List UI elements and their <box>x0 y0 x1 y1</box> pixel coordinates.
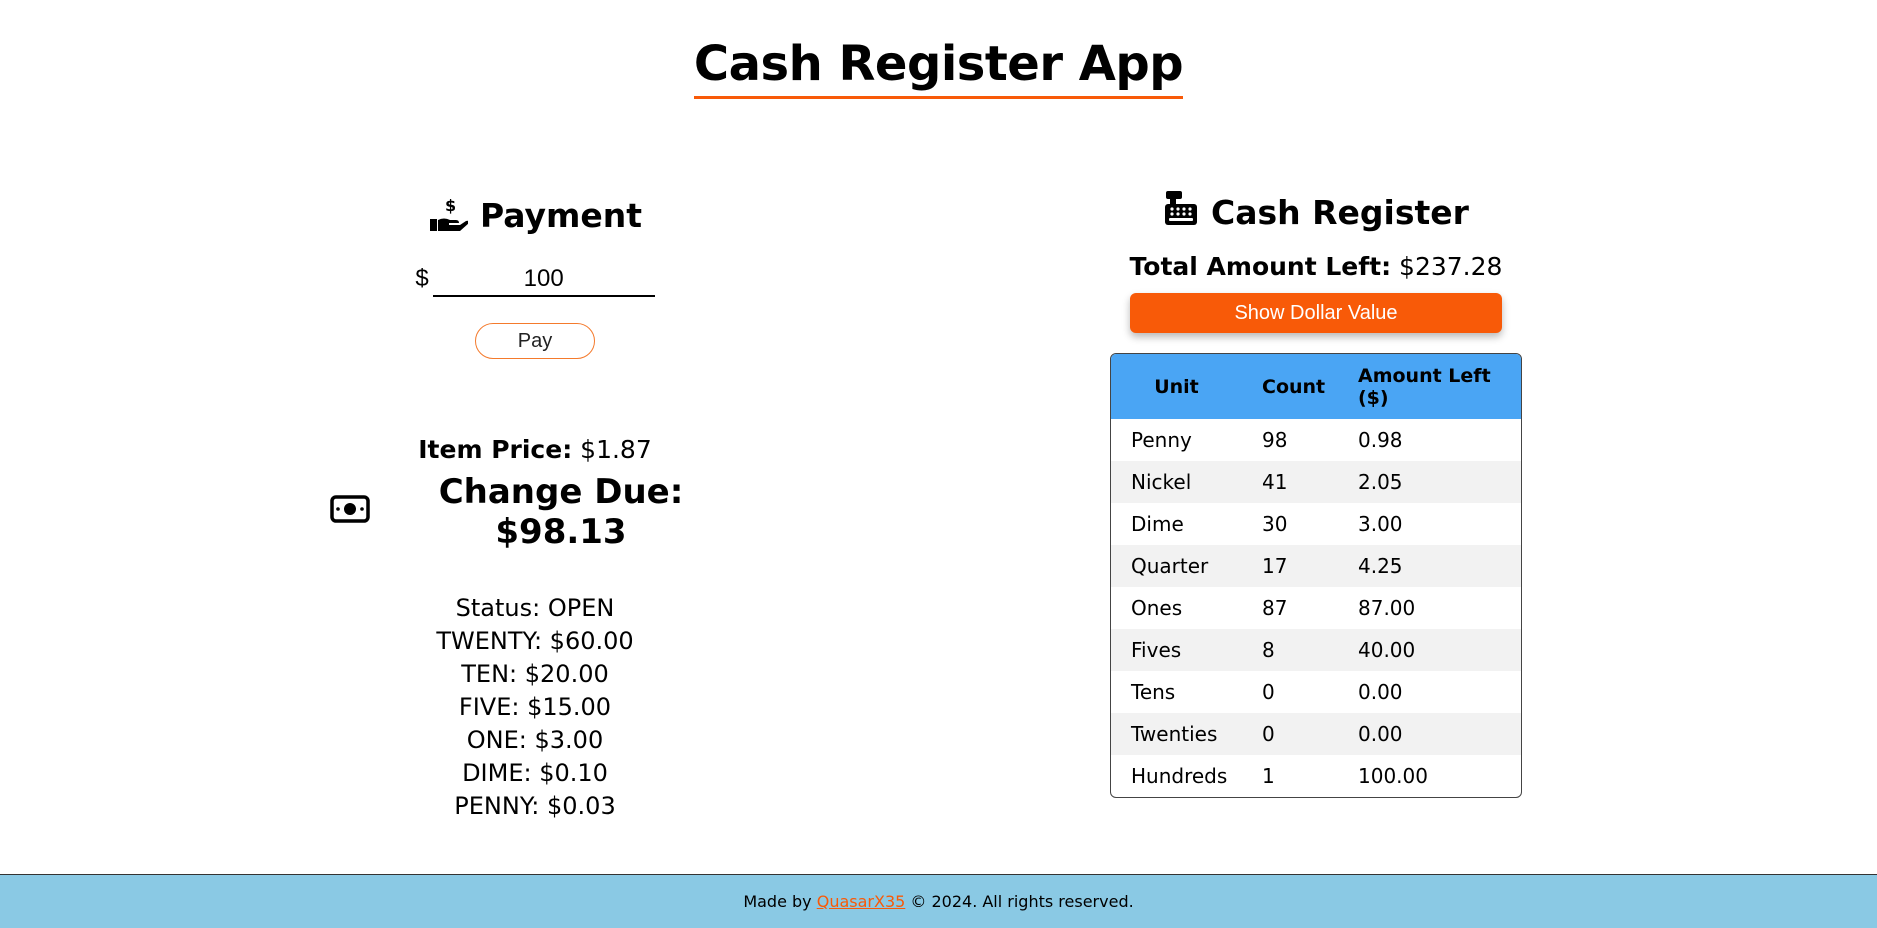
payment-heading-label: Payment <box>479 195 643 235</box>
result-line: DIME: $0.10 <box>462 759 608 787</box>
unit-cell: Quarter <box>1131 554 1209 578</box>
amount-cell: 4.25 <box>1358 554 1403 578</box>
show-dollar-value-button[interactable]: Show Dollar Value <box>1130 293 1502 333</box>
table-row: Ones 87 87.00 <box>1111 587 1521 629</box>
table-row: Penny 98 0.98 <box>1111 419 1521 461</box>
amount-cell: 3.00 <box>1358 512 1403 536</box>
cash-input[interactable] <box>432 263 655 297</box>
count-cell: 98 <box>1262 428 1288 452</box>
svg-text:$: $ <box>445 196 456 215</box>
payment-input-row: $ <box>330 263 740 297</box>
table-row: Nickel 41 2.05 <box>1111 461 1521 503</box>
amount-cell: 40.00 <box>1358 638 1416 662</box>
amount-cell: 2.05 <box>1358 470 1403 494</box>
amount-cell: 0.00 <box>1358 680 1403 704</box>
author-link[interactable]: QuasarX35 <box>817 892 906 911</box>
count-cell: 30 <box>1262 512 1288 536</box>
table-row: Quarter 17 4.25 <box>1111 545 1521 587</box>
column-header-amount: Amount Left ($) <box>1358 364 1491 409</box>
unit-cell: Tens <box>1131 680 1176 704</box>
item-price-value: $1.87 <box>580 435 652 464</box>
result-line: FIVE: $15.00 <box>458 693 612 721</box>
result-line: TEN: $20.00 <box>461 660 609 688</box>
total-amount: Total Amount Left: $237.28 <box>1110 252 1522 281</box>
table-row: Dime 30 3.00 <box>1111 503 1521 545</box>
pay-button[interactable]: Pay <box>475 323 595 359</box>
change-result: Status: OPEN TWENTY: $60.00 TEN: $20.00 … <box>330 592 740 823</box>
count-cell: 87 <box>1262 596 1288 620</box>
footer-prefix: Made by <box>743 892 817 911</box>
count-cell: 1 <box>1262 764 1275 788</box>
total-label: Total Amount Left: <box>1129 252 1392 281</box>
footer-suffix: © 2024. All rights reserved. <box>905 892 1134 911</box>
unit-cell: Dime <box>1131 512 1184 536</box>
payment-heading: $ Payment <box>330 195 740 235</box>
column-header-unit: Unit <box>1154 375 1199 398</box>
register-heading-label: Cash Register <box>1211 192 1469 232</box>
table-header: Unit Count Amount Left ($) <box>1111 354 1521 419</box>
table-row: Twenties 0 0.00 <box>1111 713 1521 755</box>
change-due: Change Due: $98.13 <box>330 472 740 552</box>
result-status: Status: OPEN <box>455 594 615 622</box>
result-line: ONE: $3.00 <box>466 726 604 754</box>
amount-cell: 0.98 <box>1358 428 1403 452</box>
count-cell: 17 <box>1262 554 1288 578</box>
count-cell: 8 <box>1262 638 1275 662</box>
count-cell: 41 <box>1262 470 1288 494</box>
table-row: Tens 0 0.00 <box>1111 671 1521 713</box>
currency-symbol: $ <box>415 265 429 292</box>
payment-panel: $ Payment $ Pay Item Price: $1.87 Change… <box>330 195 740 823</box>
footer: Made by QuasarX35 © 2024. All rights res… <box>0 874 1877 928</box>
change-due-label: Change Due: $98.13 <box>438 472 684 552</box>
unit-cell: Ones <box>1131 596 1183 620</box>
column-header-count: Count <box>1262 375 1326 398</box>
unit-cell: Nickel <box>1131 470 1192 494</box>
register-table-wrap: Unit Count Amount Left ($) Penny 98 0.98 N… <box>1110 353 1522 798</box>
cash-register-icon <box>1163 190 1199 234</box>
table-row: Fives 8 40.00 <box>1111 629 1521 671</box>
unit-cell: Fives <box>1131 638 1182 662</box>
table-row: Hundreds 1 100.00 <box>1111 755 1521 797</box>
count-cell: 0 <box>1262 722 1275 746</box>
item-price: Item Price: $1.87 <box>330 435 740 464</box>
unit-cell: Twenties <box>1131 722 1218 746</box>
amount-cell: 100.00 <box>1358 764 1428 788</box>
register-table: Unit Count Amount Left ($) Penny 98 0.98 N… <box>1111 354 1521 797</box>
count-cell: 0 <box>1262 680 1275 704</box>
result-line: PENNY: $0.03 <box>454 792 616 820</box>
title-wrap: Cash Register App <box>0 36 1877 99</box>
unit-cell: Penny <box>1131 428 1192 452</box>
unit-cell: Hundreds <box>1131 764 1228 788</box>
result-line: TWENTY: $60.00 <box>436 627 634 655</box>
amount-cell: 0.00 <box>1358 722 1403 746</box>
page-title: Cash Register App <box>693 36 1184 99</box>
total-value: $237.28 <box>1399 252 1503 281</box>
register-heading: Cash Register <box>1110 190 1522 234</box>
register-panel: Cash Register Total Amount Left: $237.28… <box>1110 190 1522 798</box>
money-bill-icon <box>330 492 370 532</box>
item-price-label: Item Price: <box>418 435 573 464</box>
hand-holding-dollar-icon: $ <box>428 195 468 235</box>
amount-cell: 87.00 <box>1358 596 1416 620</box>
